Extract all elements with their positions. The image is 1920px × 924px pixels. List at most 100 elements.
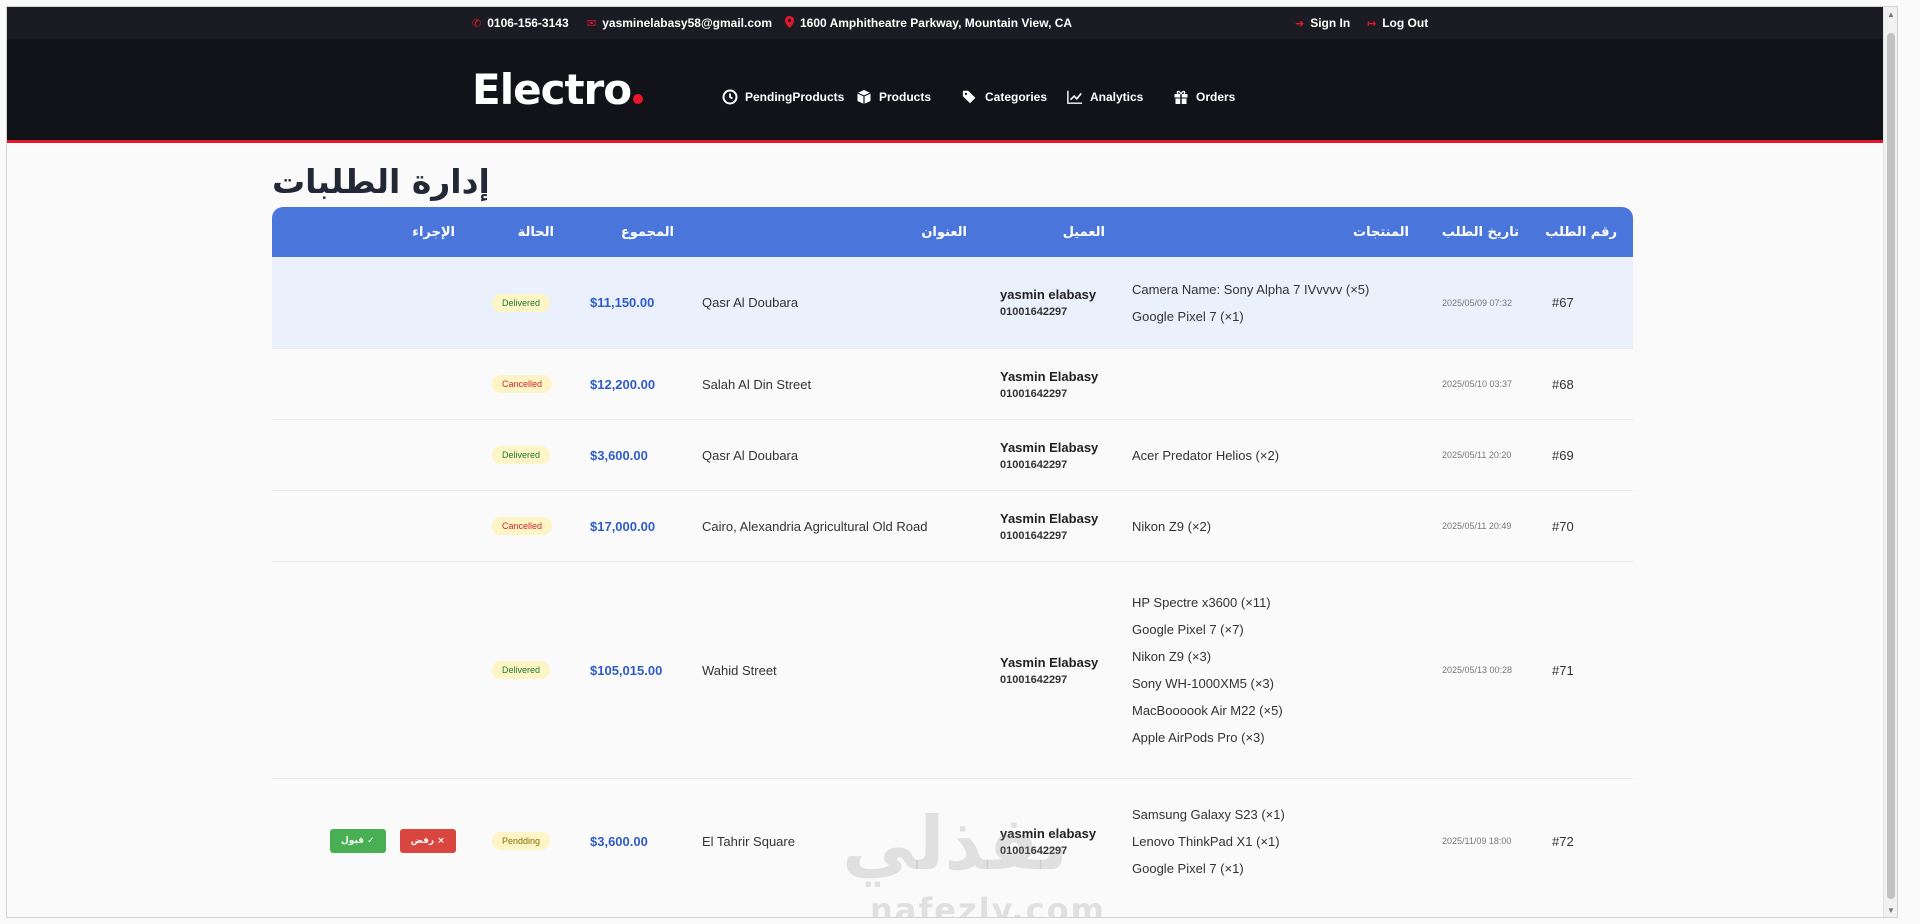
customer-phone: 01001642297 [1000, 529, 1068, 542]
status-cell: Delivered [492, 420, 551, 490]
status-cell: Pendding [492, 779, 551, 903]
nav-categories[interactable]: Categories [962, 89, 1047, 105]
customer-info: Yasmin Elabasy 01001642297 [1000, 562, 1098, 778]
order-total: $3,600.00 [590, 447, 648, 463]
status-badge: Cancelled [492, 517, 553, 535]
customer-phone: 01001642297 [1000, 844, 1068, 857]
product-item: Nikon Z9 (×3) [1132, 649, 1212, 664]
reject-button[interactable]: رفض × [399, 829, 456, 853]
nav-products[interactable]: Products [856, 89, 931, 105]
product-item: HP Spectre x3600 (×11) [1132, 595, 1271, 610]
nav-pending-label: PendingProducts [745, 90, 845, 104]
product-list: Camera Name: Sony Alpha 7 IVvvvv (×5) Go… [1132, 257, 1422, 348]
contact-address-text: 1600 Amphitheatre Parkway, Mountain View… [800, 16, 1073, 30]
main-header: Electro PendingProducts Products Categor… [7, 39, 1897, 143]
product-list: Acer Predator Helios (×2) [1132, 420, 1422, 490]
scroll-up-arrow-icon[interactable]: ▲ [1884, 7, 1897, 21]
status-cell: Delivered [492, 257, 551, 348]
product-item: Lenovo ThinkPad X1 (×1) [1132, 833, 1280, 849]
status-badge: Delivered [492, 446, 551, 464]
scrollbar-thumb[interactable] [1887, 33, 1895, 899]
status-cell: Cancelled [492, 349, 553, 419]
product-item: Google Pixel 7 (×1) [1132, 308, 1244, 324]
product-list: HP Spectre x3600 (×11) Google Pixel 7 (×… [1132, 562, 1422, 778]
customer-info: Yasmin Elabasy 01001642297 [1000, 349, 1098, 419]
product-list [1132, 349, 1422, 419]
customer-info: yasmin elabasy 01001642297 [1000, 257, 1096, 348]
order-total: $3,600.00 [590, 833, 648, 849]
table-row: #67 2025/05/09 07:32 Camera Name: Sony A… [272, 257, 1633, 349]
table-header: رقم الطلب تاريخ الطلب المنتجات العميل ال… [272, 207, 1633, 257]
contact-phone-text: 0106-156-3143 [487, 16, 569, 30]
order-id: #71 [1552, 662, 1574, 678]
order-address: El Tahrir Square [702, 833, 795, 849]
contact-address[interactable]: 1600 Amphitheatre Parkway, Mountain View… [785, 7, 1072, 39]
log-out-link[interactable]: ↦ Log Out [1367, 7, 1428, 39]
phone-icon: ✆ [472, 17, 482, 30]
customer-name: yasmin elabasy [1000, 825, 1097, 841]
header-products: المنتجات [1353, 224, 1409, 240]
page-title: إدارة الطلبات [272, 162, 490, 201]
header-total: المجموع [620, 224, 674, 240]
action-buttons: قبول ✓ رفض × [330, 779, 456, 903]
nav-orders-label: Orders [1196, 90, 1236, 104]
scroll-down-arrow-icon[interactable]: ▼ [1884, 903, 1897, 917]
product-item: Samsung Galaxy S23 (×1) [1132, 806, 1285, 822]
envelope-icon: ✉ [587, 17, 597, 30]
nav-orders[interactable]: Orders [1173, 89, 1235, 105]
nav-products-label: Products [879, 90, 932, 104]
gift-box-icon [1174, 90, 1188, 104]
customer-phone: 01001642297 [1000, 458, 1068, 471]
customer-phone: 01001642297 [1000, 673, 1068, 686]
site-logo[interactable]: Electro [472, 65, 644, 114]
top-info-bar: ✆ 0106-156-3143 ✉ yasminelabasy58@gmail.… [7, 7, 1897, 39]
customer-name: Yasmin Elabasy [1000, 368, 1099, 384]
sign-in-link[interactable]: ➜ Sign In [1295, 7, 1350, 39]
order-id: #70 [1552, 518, 1574, 534]
logo-dot [633, 94, 644, 104]
status-badge: Cancelled [492, 375, 553, 393]
product-list: Nikon Z9 (×2) [1132, 491, 1422, 561]
product-item: MacBoooook Air M22 (×5) [1132, 703, 1283, 718]
status-badge: Delivered [492, 661, 551, 679]
accept-button[interactable]: قبول ✓ [330, 829, 386, 853]
customer-info: Yasmin Elabasy 01001642297 [1000, 420, 1098, 490]
order-address: Qasr Al Doubara [702, 447, 799, 463]
customer-name: Yasmin Elabasy [1000, 439, 1099, 455]
sign-out-icon: ↦ [1367, 17, 1377, 30]
order-date: 2025/05/11 20:49 [1442, 521, 1512, 531]
order-total: $12,200.00 [590, 376, 656, 392]
order-total: $11,150.00 [590, 295, 655, 310]
customer-phone: 01001642297 [1000, 306, 1068, 318]
order-address: Salah Al Din Street [702, 376, 812, 392]
customer-name: Yasmin Elabasy [1000, 654, 1099, 670]
header-customer: العميل [1062, 224, 1105, 240]
order-id: #67 [1552, 295, 1574, 310]
logo-text: Electro [472, 65, 632, 114]
customer-name: Yasmin Elabasy [1000, 510, 1099, 526]
customer-name: yasmin elabasy [1000, 287, 1097, 302]
map-marker-icon [785, 15, 794, 31]
order-date: 2025/05/11 20:20 [1442, 450, 1512, 460]
table-row: #72 2025/11/09 18:00 Samsung Galaxy S23 … [272, 779, 1633, 903]
nav-categories-label: Categories [985, 90, 1048, 104]
order-total: $105,015.00 [590, 662, 663, 678]
sign-in-label: Sign In [1310, 16, 1351, 30]
header-address: العنوان [921, 224, 967, 240]
table-row: #70 2025/05/11 20:49 Nikon Z9 (×2) Yasmi… [272, 491, 1633, 562]
product-item: Google Pixel 7 (×1) [1132, 860, 1244, 876]
contact-phone[interactable]: ✆ 0106-156-3143 [472, 7, 569, 39]
customer-phone: 01001642297 [1000, 387, 1068, 400]
orders-table: رقم الطلب تاريخ الطلب المنتجات العميل ال… [272, 207, 1633, 903]
vertical-scrollbar[interactable]: ▲ ▼ [1883, 7, 1897, 917]
contact-email[interactable]: ✉ yasminelabasy58@gmail.com [587, 7, 772, 39]
nav-pending-products[interactable]: PendingProducts [722, 89, 844, 105]
table-row: #68 2025/05/10 03:37 Yasmin Elabasy 0100… [272, 349, 1633, 420]
customer-info: yasmin elabasy 01001642297 [1000, 779, 1096, 903]
nav-analytics[interactable]: Analytics [1067, 89, 1143, 105]
order-id: #68 [1552, 376, 1574, 392]
product-item: Sony WH-1000XM5 (×3) [1132, 676, 1274, 691]
status-cell: Delivered [492, 562, 551, 778]
browser-viewport: ✆ 0106-156-3143 ✉ yasminelabasy58@gmail.… [6, 6, 1898, 918]
product-item: Apple AirPods Pro (×3) [1132, 730, 1265, 745]
